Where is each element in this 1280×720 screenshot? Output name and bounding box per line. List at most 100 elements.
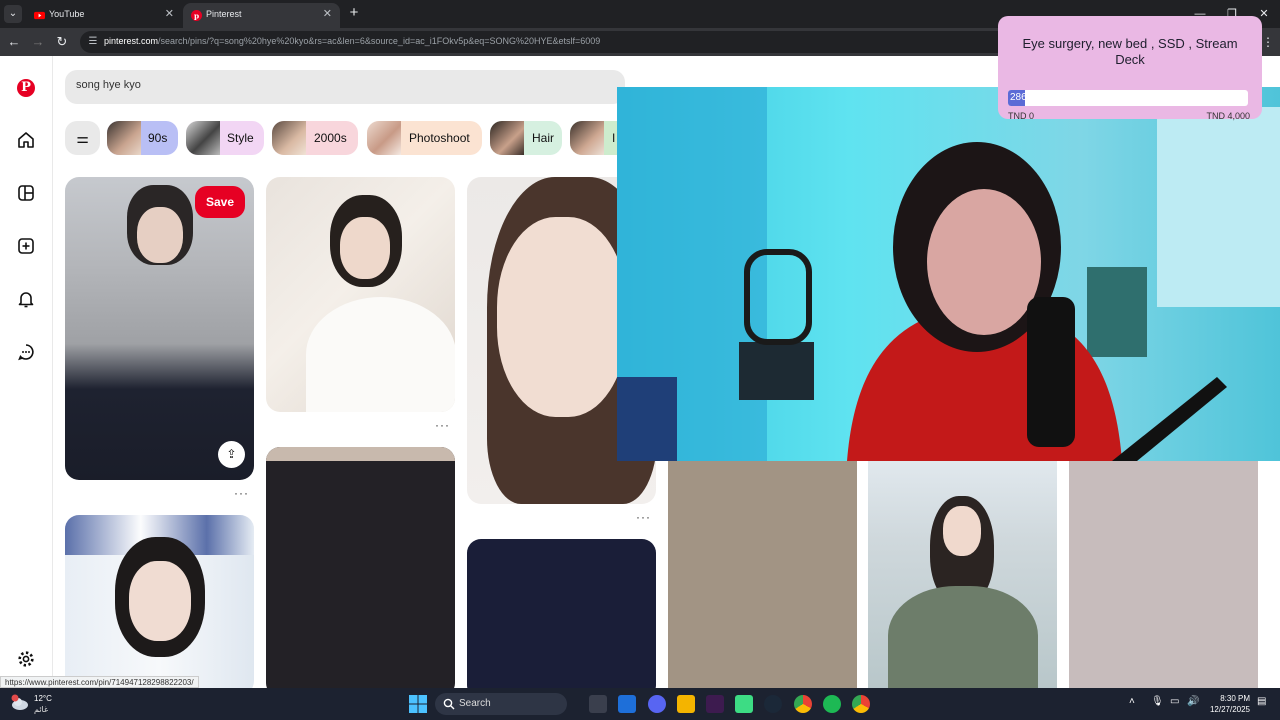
- pin-card[interactable]: [65, 515, 254, 688]
- pin-image-dress: [306, 297, 455, 412]
- filter-sliders-icon[interactable]: ⚌: [65, 121, 100, 155]
- save-button[interactable]: Save: [195, 186, 245, 218]
- pin-card[interactable]: [668, 436, 857, 688]
- weather-condition: غائم: [34, 705, 49, 714]
- goal-progress-bar: 286: [1008, 90, 1248, 106]
- new-tab-icon[interactable]: +: [346, 4, 362, 22]
- youtube-icon: [34, 11, 45, 20]
- chip-label: 90s: [148, 131, 168, 145]
- streamer-webcam: [617, 87, 1280, 461]
- browser-menu-icon[interactable]: ⋮: [1262, 35, 1274, 49]
- chip-label: I: [612, 131, 616, 145]
- svg-text:p: p: [194, 11, 199, 20]
- donation-goal-widget: Eye surgery, new bed , SSD , Stream Deck…: [998, 16, 1262, 121]
- pinterest-logo-icon[interactable]: P: [17, 79, 35, 97]
- tab-title: YouTube: [49, 9, 85, 19]
- windows-start-icon[interactable]: [409, 695, 427, 713]
- guided-search-chips: ⚌ 90s Style 2000s Photoshoot Hair I: [65, 121, 625, 155]
- goal-max-label: TND 4,000: [1206, 111, 1250, 121]
- tab-youtube[interactable]: YouTube ✕: [26, 3, 182, 28]
- url-path: /search/pins/?q=song%20hye%20kyo&rs=ac&l…: [158, 36, 601, 46]
- messages-icon[interactable]: [16, 342, 36, 362]
- pin-image-face: [129, 561, 191, 641]
- notifications-icon[interactable]: ▤: [1257, 696, 1266, 707]
- chip-hair[interactable]: Hair: [490, 121, 562, 155]
- pin-card[interactable]: Save ⇪: [65, 177, 254, 480]
- network-icon[interactable]: ▭: [1170, 696, 1179, 707]
- pin-card[interactable]: [1069, 436, 1258, 688]
- pin-card[interactable]: [868, 436, 1057, 688]
- taskbar-search[interactable]: Search: [435, 693, 567, 715]
- chip-label: Hair: [532, 131, 555, 145]
- weather-temperature: 12°C: [34, 694, 52, 703]
- chip-thumbnail: [272, 121, 306, 155]
- chrome-icon[interactable]: [794, 695, 812, 713]
- url-host: pinterest.com: [104, 36, 159, 46]
- reload-icon[interactable]: ↻: [54, 34, 70, 50]
- chip-style[interactable]: Style: [186, 121, 264, 155]
- back-icon[interactable]: ←: [6, 34, 22, 50]
- tab-pinterest[interactable]: p Pinterest ✕: [183, 3, 340, 28]
- steam-icon[interactable]: [764, 695, 782, 713]
- search-bar[interactable]: [65, 70, 625, 104]
- tab-close-icon[interactable]: ✕: [165, 7, 174, 20]
- clock-time: 8:30 PM: [1220, 694, 1250, 703]
- spotify-icon[interactable]: [823, 695, 841, 713]
- chip-label: Style: [227, 131, 254, 145]
- settings-gear-icon[interactable]: [16, 649, 36, 669]
- webcam-feed-image: [617, 87, 1280, 461]
- cloud-icon: [11, 694, 28, 710]
- chip-thumbnail: [490, 121, 524, 155]
- pin-card[interactable]: [266, 447, 455, 688]
- chip-thumbnail: [186, 121, 220, 155]
- goal-current-amount: 286: [1010, 92, 1027, 103]
- pin-more-options-icon[interactable]: ···: [636, 510, 651, 524]
- forward-icon[interactable]: →: [30, 34, 46, 50]
- system-clock[interactable]: 8:30 PM 12/27/2025: [1210, 693, 1250, 715]
- task-view-icon[interactable]: [589, 695, 607, 713]
- android-app-icon[interactable]: [735, 695, 753, 713]
- tab-search-chevron-icon[interactable]: ⌄: [4, 5, 22, 23]
- file-explorer-icon[interactable]: [677, 695, 695, 713]
- search-icon: [443, 698, 455, 710]
- tab-title: Pinterest: [206, 9, 242, 19]
- pin-image-face: [943, 506, 981, 556]
- share-icon[interactable]: ⇪: [218, 441, 245, 468]
- chip-photoshoot[interactable]: Photoshoot: [367, 121, 482, 155]
- chip-90s[interactable]: 90s: [107, 121, 178, 155]
- pin-card[interactable]: [266, 177, 455, 412]
- chip-thumbnail: [570, 121, 604, 155]
- tab-close-icon[interactable]: ✕: [323, 7, 332, 20]
- pinterest-icon: p: [191, 10, 202, 21]
- goal-title: Eye surgery, new bed , SSD , Stream Deck: [1022, 36, 1238, 67]
- outlook-icon[interactable]: [618, 695, 636, 713]
- create-icon[interactable]: [16, 236, 36, 256]
- pin-image-face: [497, 217, 627, 417]
- volume-icon[interactable]: 🔊: [1187, 696, 1199, 707]
- chip-label: Photoshoot: [409, 131, 470, 145]
- media-app-icon[interactable]: [706, 695, 724, 713]
- weather-widget[interactable]: 12°C غائم: [10, 693, 52, 718]
- notifications-bell-icon[interactable]: [16, 289, 36, 309]
- tray-overflow-chevron-icon[interactable]: ˄: [1129, 696, 1135, 707]
- chip-thumbnail: [367, 121, 401, 155]
- microphone-icon[interactable]: 🎙: [1151, 696, 1164, 707]
- pin-more-options-icon[interactable]: ···: [435, 418, 450, 432]
- chip-label: 2000s: [314, 131, 347, 145]
- discord-icon[interactable]: [648, 695, 666, 713]
- chrome-active-icon[interactable]: [852, 695, 870, 713]
- pin-image-top: [266, 447, 455, 461]
- clock-date: 12/27/2025: [1209, 705, 1250, 714]
- pin-image-face: [340, 217, 390, 279]
- explore-icon[interactable]: [16, 183, 36, 203]
- windows-taskbar: 12°C غائم Search ˄ 🎙 ▭ 🔊 8:30 PM 12/27/2…: [0, 688, 1280, 720]
- pin-more-options-icon[interactable]: ···: [234, 486, 249, 500]
- home-icon[interactable]: [16, 130, 36, 150]
- taskbar-search-label: Search: [459, 698, 491, 709]
- side-nav: P: [0, 56, 53, 688]
- search-input[interactable]: [76, 79, 576, 91]
- site-info-icon[interactable]: ☰: [86, 35, 100, 49]
- pin-card[interactable]: [467, 539, 656, 688]
- goal-min-label: TND 0: [1008, 111, 1035, 121]
- chip-2000s[interactable]: 2000s: [272, 121, 358, 155]
